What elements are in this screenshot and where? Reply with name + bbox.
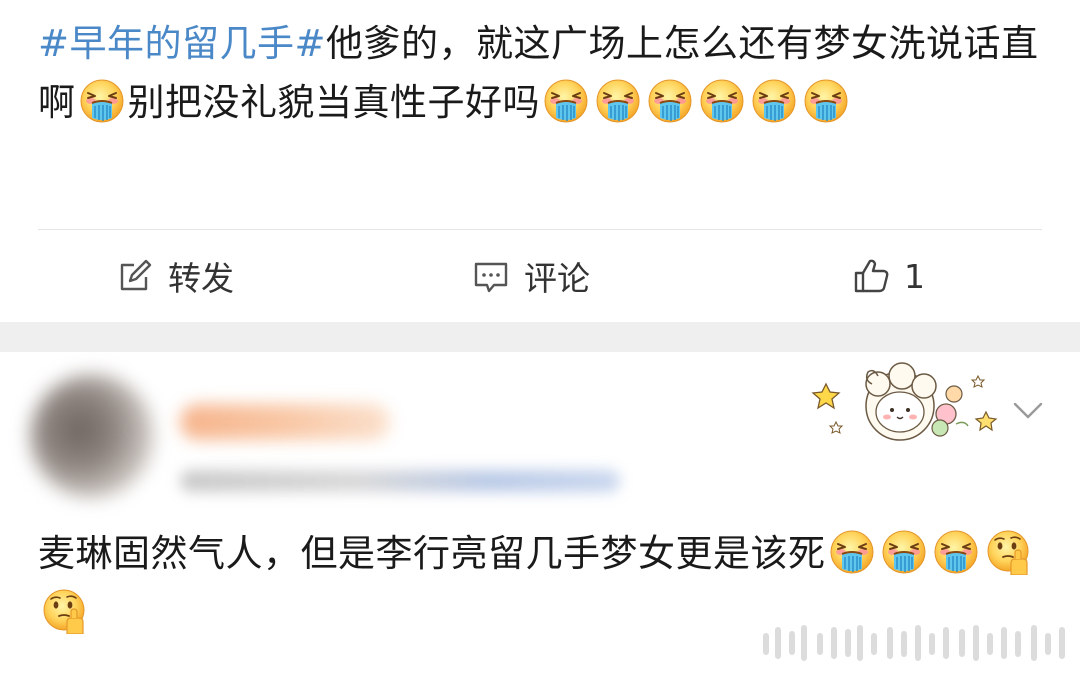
- section-separator: [0, 322, 1080, 352]
- chevron-down-icon[interactable]: [1010, 396, 1046, 424]
- puke-rainbow-emoji-icon: [699, 78, 745, 124]
- puke-rainbow-emoji-icon: [881, 529, 927, 575]
- sheep-sticker-decoration-icon: [808, 354, 1008, 454]
- action-bar: 转发 评论 1: [0, 232, 1080, 320]
- comment-button[interactable]: 评论: [472, 254, 590, 298]
- like-count: 1: [904, 256, 925, 296]
- edit-square-icon: [116, 257, 154, 295]
- puke-rainbow-emoji-icon: [829, 529, 875, 575]
- post-card: #早年的留几手#他爹的，就这广场上怎么还有梦女洗说话直啊 别把没礼貌当真性子好吗 …: [0, 0, 1080, 322]
- comment-text: 麦琳固然气人，但是李行亮留几手梦女更是该死: [38, 532, 826, 575]
- comment-label: 评论: [524, 259, 590, 298]
- repost-button[interactable]: 转发: [116, 254, 234, 298]
- divider: [38, 229, 1042, 230]
- avatar[interactable]: [30, 374, 154, 498]
- puke-rainbow-emoji-icon: [543, 78, 589, 124]
- comment-card: 麦琳固然气人，但是李行亮留几手梦女更是该死: [0, 352, 1080, 673]
- comment-bubble-icon: [472, 257, 510, 295]
- post-body: #早年的留几手#他爹的，就这广场上怎么还有梦女洗说话直啊 别把没礼貌当真性子好吗: [38, 14, 1048, 132]
- puke-rainbow-emoji-icon: [933, 529, 979, 575]
- post-text-line1: 他爹的，就这广场上怎么还有梦女: [326, 22, 889, 65]
- thumbs-up-icon: [852, 257, 890, 295]
- thinking-emoji-icon: [41, 588, 87, 634]
- watermark-stroke-decoration: [758, 618, 1076, 666]
- post-text-line2b: 别把没礼貌当真性子好吗: [127, 81, 540, 124]
- meta-info-blurred: [180, 470, 620, 492]
- puke-rainbow-emoji-icon: [751, 78, 797, 124]
- puke-rainbow-emoji-icon: [647, 78, 693, 124]
- thinking-emoji-icon: [985, 529, 1031, 575]
- hashtag-link[interactable]: #早年的留几手#: [38, 22, 326, 65]
- repost-label: 转发: [168, 259, 234, 298]
- puke-rainbow-emoji-icon: [79, 78, 125, 124]
- puke-rainbow-emoji-icon: [803, 78, 849, 124]
- puke-rainbow-emoji-icon: [595, 78, 641, 124]
- username-blurred[interactable]: [180, 404, 390, 440]
- like-button[interactable]: 1: [852, 254, 925, 298]
